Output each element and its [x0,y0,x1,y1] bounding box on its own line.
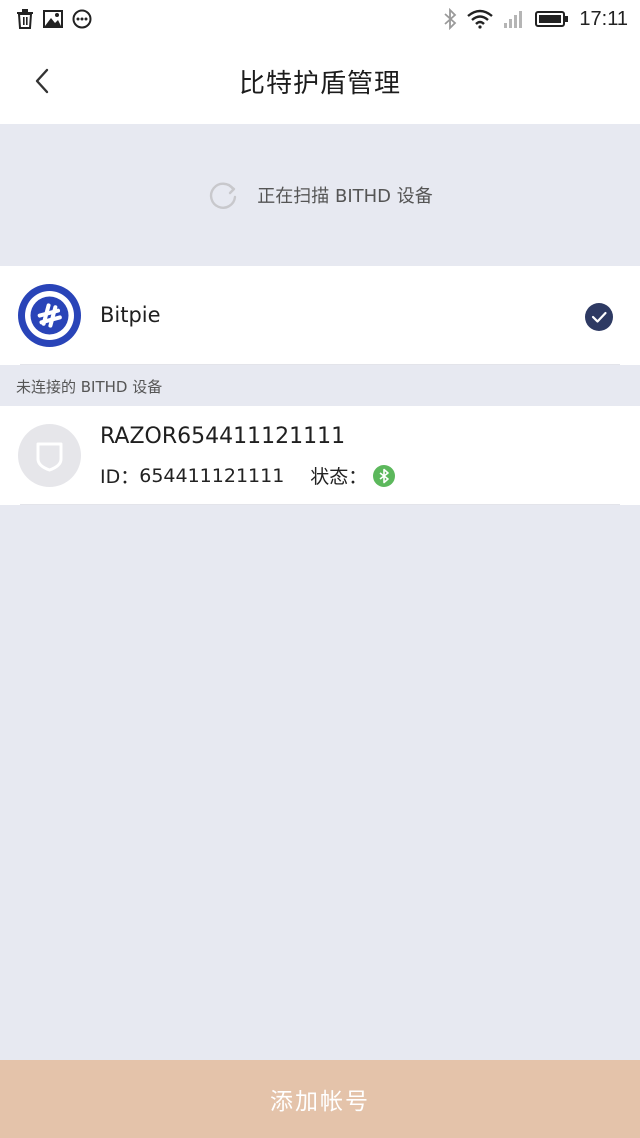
connected-device-row[interactable]: Bitpie [0,266,640,365]
trash-icon [17,9,33,29]
signal-icon [504,11,523,28]
device-status-label: 状态： [310,466,368,488]
wifi-icon [467,9,494,29]
bitpie-logo-icon [18,284,81,347]
page-title: 比特护盾管理 [238,68,401,99]
add-account-button[interactable]: 添加帐号 [0,1060,640,1138]
check-circle-icon [585,303,613,331]
bluetooth-status-icon [373,464,396,487]
status-time: 17:11 [579,7,628,30]
device-id-value: 654411121111 [139,464,285,487]
more-dots-icon [72,9,92,29]
row-divider [20,504,620,505]
device-id-label: ID： [100,466,140,488]
status-bar: 17:11 [0,0,640,38]
scan-indicator: 正在扫描 BITHD 设备 [0,124,640,266]
shield-icon [18,424,81,487]
chevron-left-icon[interactable] [28,66,58,96]
scan-status-text: 正在扫描 BITHD 设备 [257,186,433,207]
unconnected-device-meta: ID： 654411121111 状态： [100,462,396,489]
battery-icon [535,11,569,27]
bluetooth-icon [444,8,457,30]
unconnected-device-row[interactable] [0,406,640,505]
unconnected-device-name: RAZOR654411121111 [100,424,346,449]
navigation-bar: 比特护盾管理 [0,38,640,124]
row-divider [20,364,620,365]
status-right-icons: 17:11 [443,8,640,31]
connected-device-name: Bitpie [100,303,161,327]
unconnected-section-label: 未连接的 BITHD 设备 [16,378,163,396]
image-icon [43,10,63,28]
status-left-icons [0,9,92,29]
loading-spinner-icon [210,182,237,209]
